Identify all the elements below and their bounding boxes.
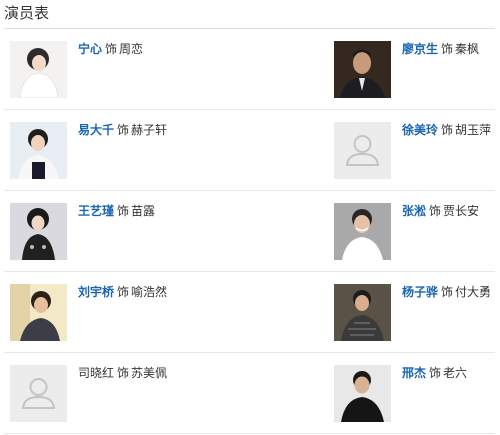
cast-row: 司晓红饰苏美佩 邢杰饰老六 — [4, 353, 495, 434]
cast-row: 易大千饰赫子轩 徐美玲饰胡玉萍 — [4, 110, 495, 191]
default-avatar-icon — [334, 122, 391, 179]
as-text: 饰 — [429, 366, 442, 380]
role-name: 贾长安 — [443, 204, 480, 218]
cast-row: 宁心饰周恋 廖京生饰秦枫 — [4, 29, 495, 110]
role-name: 苗露 — [131, 204, 156, 218]
actor-photo[interactable] — [10, 41, 67, 98]
actor-name-link[interactable]: 杨子骅 — [402, 285, 438, 299]
role-name: 付大勇 — [455, 285, 492, 299]
cast-credit: 易大千饰赫子轩 — [78, 122, 167, 138]
actor-name: 司晓红 — [78, 366, 115, 380]
cast-credit: 司晓红饰苏美佩 — [78, 365, 167, 381]
cast-credit: 刘宇桥饰喻浩然 — [78, 284, 167, 300]
actor-name-link[interactable]: 廖京生 — [402, 42, 438, 56]
actor-photo[interactable] — [334, 365, 391, 422]
page-title: 演员表 — [4, 4, 50, 22]
actor-name-link[interactable]: 张淞 — [402, 204, 426, 218]
role-name: 周恋 — [119, 42, 144, 56]
cast-credit: 邢杰饰老六 — [402, 365, 467, 381]
actor-photo[interactable] — [334, 41, 391, 98]
actor-photo[interactable] — [10, 365, 67, 422]
as-text: 饰 — [429, 204, 442, 218]
as-text: 饰 — [117, 204, 130, 218]
actor-photo[interactable] — [334, 284, 391, 341]
actor-photo[interactable] — [10, 284, 67, 341]
actor-name-link[interactable]: 易大千 — [78, 123, 114, 137]
as-text: 饰 — [117, 366, 130, 380]
role-name: 老六 — [443, 366, 468, 380]
actor-photo[interactable] — [334, 122, 391, 179]
role-name: 苏美佩 — [131, 366, 168, 380]
role-name: 胡玉萍 — [455, 123, 492, 137]
as-text: 饰 — [105, 42, 118, 56]
cast-credit: 廖京生饰秦枫 — [402, 41, 479, 57]
as-text: 饰 — [441, 123, 454, 137]
role-name: 赫子轩 — [131, 123, 168, 137]
actor-name-link[interactable]: 王艺瑾 — [78, 204, 114, 218]
cast-credit: 徐美玲饰胡玉萍 — [402, 122, 491, 138]
as-text: 饰 — [441, 285, 454, 299]
actor-name-link[interactable]: 徐美玲 — [402, 123, 438, 137]
actor-photo[interactable] — [10, 203, 67, 260]
role-name: 秦枫 — [455, 42, 480, 56]
as-text: 饰 — [117, 123, 130, 137]
as-text: 饰 — [441, 42, 454, 56]
role-name: 喻浩然 — [131, 285, 168, 299]
actor-photo[interactable] — [334, 203, 391, 260]
cast-credit: 张淞饰贾长安 — [402, 203, 479, 219]
default-avatar-icon — [10, 365, 67, 422]
actor-photo[interactable] — [10, 122, 67, 179]
cast-row: 王艺瑾饰苗露 张淞饰贾长安 — [4, 191, 495, 272]
as-text: 饰 — [117, 285, 130, 299]
actor-name-link[interactable]: 宁心 — [78, 42, 102, 56]
actor-name-link[interactable]: 刘宇桥 — [78, 285, 114, 299]
cast-row: 刘宇桥饰喻浩然 杨子骅饰付大勇 — [4, 272, 495, 353]
actor-name-link[interactable]: 邢杰 — [402, 366, 426, 380]
cast-credit: 宁心饰周恋 — [78, 41, 143, 57]
cast-credit: 王艺瑾饰苗露 — [78, 203, 155, 219]
cast-credit: 杨子骅饰付大勇 — [402, 284, 491, 300]
